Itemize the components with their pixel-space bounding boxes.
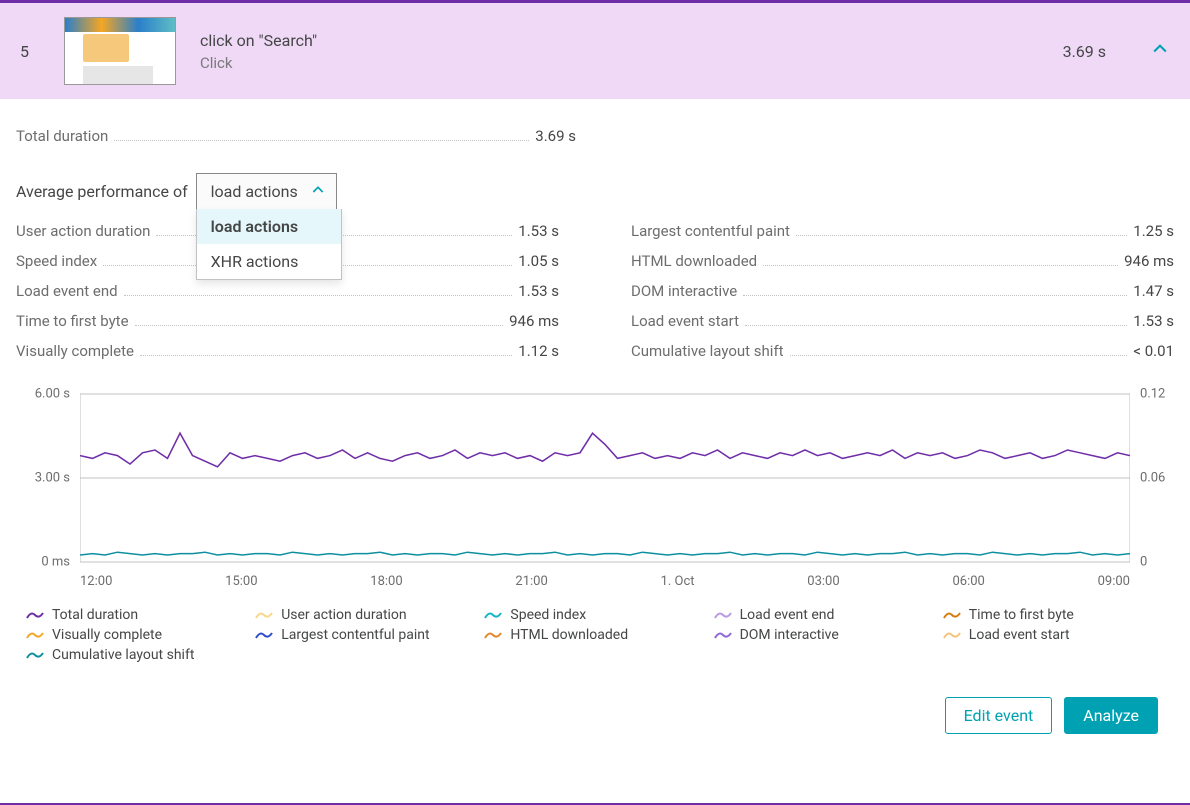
chart-legend: Total duration User action duration Speed … bbox=[16, 589, 1174, 663]
edit-event-button[interactable]: Edit event bbox=[945, 697, 1053, 734]
x-tick: 1. Oct bbox=[661, 574, 695, 589]
legend-swatch bbox=[26, 629, 44, 641]
y-axis-right: 0.12 0.06 0 bbox=[1134, 388, 1174, 568]
metric-row: Cumulative layout shift < 0.01 bbox=[631, 342, 1174, 360]
legend-swatch bbox=[943, 629, 961, 641]
legend-item[interactable]: Total duration bbox=[26, 607, 247, 623]
metric-label: Cumulative layout shift bbox=[631, 342, 784, 360]
x-tick: 21:00 bbox=[515, 574, 547, 589]
metric-value: 1.05 s bbox=[518, 252, 559, 270]
metric-row: DOM interactive 1.47 s bbox=[631, 282, 1174, 300]
dropdown-option-load[interactable]: load actions bbox=[197, 209, 341, 244]
metric-value: 1.53 s bbox=[518, 282, 559, 300]
legend-label: Speed index bbox=[510, 607, 586, 623]
action-type-dropdown[interactable]: load actions load actions XHR actions bbox=[196, 173, 337, 210]
metric-label: HTML downloaded bbox=[631, 252, 757, 270]
dropdown-option-xhr[interactable]: XHR actions bbox=[197, 244, 341, 279]
legend-swatch bbox=[255, 629, 273, 641]
legend-item[interactable]: User action duration bbox=[255, 607, 476, 623]
total-duration-value: 3.69 s bbox=[535, 127, 576, 145]
metric-value: 1.53 s bbox=[1133, 312, 1174, 330]
avg-perf-row: Average performance of load actions load… bbox=[16, 173, 1174, 210]
metric-label: User action duration bbox=[16, 222, 150, 240]
legend-label: Visually complete bbox=[52, 627, 162, 643]
x-tick: 18:00 bbox=[370, 574, 402, 589]
legend-swatch bbox=[484, 629, 502, 641]
metric-label: DOM interactive bbox=[631, 282, 737, 300]
event-title: click on "Search" bbox=[200, 31, 1039, 50]
legend-swatch bbox=[255, 609, 273, 621]
chart-canvas bbox=[80, 388, 1130, 568]
x-tick: 12:00 bbox=[80, 574, 112, 589]
legend-swatch bbox=[26, 649, 44, 661]
total-duration-label: Total duration bbox=[16, 127, 108, 145]
legend-item[interactable]: Cumulative layout shift bbox=[26, 647, 247, 663]
event-duration: 3.69 s bbox=[1063, 42, 1106, 61]
metric-value: 1.25 s bbox=[1133, 222, 1174, 240]
legend-swatch bbox=[943, 609, 961, 621]
metric-label: Load event end bbox=[16, 282, 118, 300]
metric-row: Load event end 1.53 s bbox=[16, 282, 559, 300]
metric-label: Time to first byte bbox=[16, 312, 129, 330]
legend-label: Cumulative layout shift bbox=[52, 647, 194, 663]
event-subtitle: Click bbox=[200, 54, 1039, 72]
legend-label: Load event end bbox=[740, 607, 835, 623]
event-thumbnail bbox=[64, 17, 176, 85]
metric-value: 946 ms bbox=[1124, 252, 1174, 270]
legend-swatch bbox=[714, 629, 732, 641]
legend-item[interactable]: Visually complete bbox=[26, 627, 247, 643]
metric-row: HTML downloaded 946 ms bbox=[631, 252, 1174, 270]
metric-label: Speed index bbox=[16, 252, 97, 270]
legend-item[interactable]: Load event start bbox=[943, 627, 1164, 643]
legend-swatch bbox=[26, 609, 44, 621]
metric-value: 1.12 s bbox=[518, 342, 559, 360]
chevron-up-icon bbox=[310, 182, 326, 202]
x-tick: 03:00 bbox=[807, 574, 839, 589]
legend-label: Time to first byte bbox=[969, 607, 1074, 623]
total-duration-row: Total duration 3.69 s bbox=[16, 127, 576, 145]
legend-label: Load event start bbox=[969, 627, 1070, 643]
legend-label: HTML downloaded bbox=[510, 627, 628, 643]
performance-chart: 6.00 s 3.00 s 0 ms 0.12 0.06 0 12:00 15:0… bbox=[16, 388, 1174, 589]
metric-value: 946 ms bbox=[509, 312, 559, 330]
metric-label: Visually complete bbox=[16, 342, 134, 360]
legend-item[interactable]: HTML downloaded bbox=[484, 627, 705, 643]
metric-row: Load event start 1.53 s bbox=[631, 312, 1174, 330]
metric-row: Largest contentful paint 1.25 s bbox=[631, 222, 1174, 240]
collapse-icon[interactable] bbox=[1150, 39, 1170, 63]
legend-item[interactable]: Time to first byte bbox=[943, 607, 1164, 623]
analyze-button[interactable]: Analyze bbox=[1064, 697, 1158, 734]
metric-row: Time to first byte 946 ms bbox=[16, 312, 559, 330]
metric-label: Largest contentful paint bbox=[631, 222, 790, 240]
legend-item[interactable]: Speed index bbox=[484, 607, 705, 623]
legend-item[interactable]: DOM interactive bbox=[714, 627, 935, 643]
dropdown-selected: load actions bbox=[211, 182, 298, 201]
metric-row: Visually complete 1.12 s bbox=[16, 342, 559, 360]
legend-label: User action duration bbox=[281, 607, 406, 623]
legend-swatch bbox=[714, 609, 732, 621]
legend-label: Largest contentful paint bbox=[281, 627, 429, 643]
y-axis-left: 6.00 s 3.00 s 0 ms bbox=[16, 388, 76, 568]
legend-swatch bbox=[484, 609, 502, 621]
x-tick: 09:00 bbox=[1098, 574, 1130, 589]
x-axis: 12:00 15:00 18:00 21:00 1. Oct 03:00 06:00 09:0… bbox=[80, 568, 1130, 589]
legend-item[interactable]: Largest contentful paint bbox=[255, 627, 476, 643]
legend-item[interactable]: Load event end bbox=[714, 607, 935, 623]
x-tick: 06:00 bbox=[952, 574, 984, 589]
metric-value: < 0.01 bbox=[1133, 342, 1174, 360]
metric-label: Load event start bbox=[631, 312, 739, 330]
dropdown-menu: load actions XHR actions bbox=[196, 209, 342, 280]
avg-perf-label: Average performance of bbox=[16, 182, 188, 201]
event-header[interactable]: 5 click on "Search" Click 3.69 s bbox=[0, 3, 1190, 99]
metric-value: 1.47 s bbox=[1133, 282, 1174, 300]
event-title-block: click on "Search" Click bbox=[200, 31, 1039, 72]
event-index: 5 bbox=[20, 42, 40, 61]
metric-value: 1.53 s bbox=[518, 222, 559, 240]
legend-label: DOM interactive bbox=[740, 627, 839, 643]
x-tick: 15:00 bbox=[225, 574, 257, 589]
legend-label: Total duration bbox=[52, 607, 138, 623]
